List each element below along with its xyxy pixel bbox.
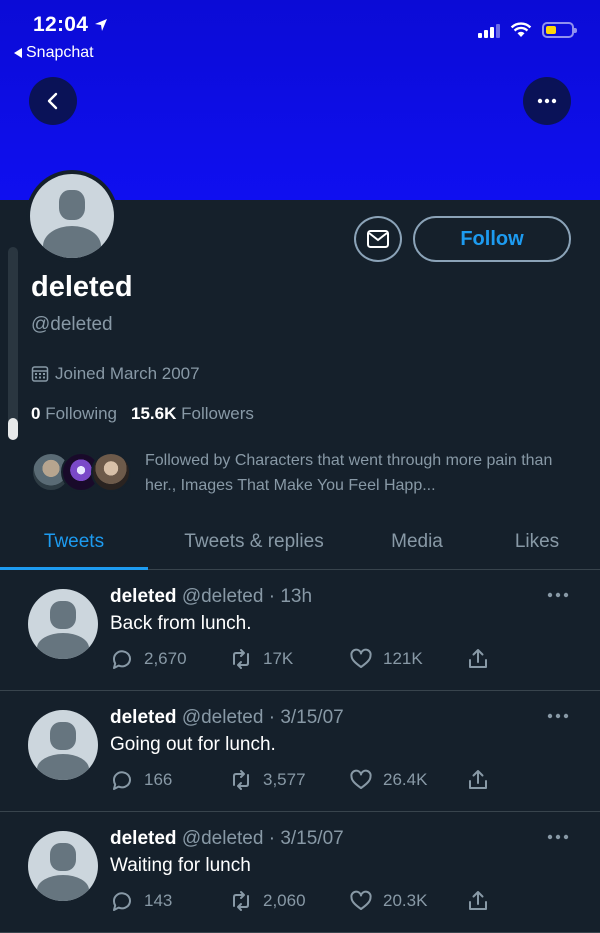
joined-text: Joined March 2007 [55,364,200,383]
tweet[interactable]: deleted @deleted · 3/15/07 Waiting for l… [0,812,600,933]
back-triangle-icon [14,48,22,58]
mutual-avatars [31,448,131,492]
retweet-count: 17K [263,649,294,668]
followed-by-text: Followed by Characters that went through… [145,452,553,494]
heart-icon [350,890,372,910]
battery-icon [542,22,577,38]
status-bar-right [478,22,577,38]
profile-tabs: Tweets Tweets & replies Media Likes [0,515,600,570]
status-time-text: 12:04 [33,13,89,36]
share-button[interactable] [466,768,490,792]
tweet-text: Back from lunch. [110,613,252,634]
reply-count: 166 [144,770,173,789]
tweet-actions: 166 3,577 26.4K [110,768,510,794]
following-link[interactable]: 0 Following [31,404,117,424]
back-to-app-link[interactable]: Snapchat [14,44,94,62]
reply-icon [112,771,131,790]
back-app-label: Snapchat [26,44,94,61]
retweet-icon [233,891,249,911]
following-count: 0 [31,404,41,423]
retweet-count: 3,577 [263,770,306,789]
tweet-avatar[interactable] [28,589,98,659]
message-button[interactable] [354,216,402,262]
more-options-button[interactable] [523,77,571,125]
reply-count: 2,670 [144,649,187,668]
tweet-more-icon[interactable] [546,590,570,600]
tweet-author-name[interactable]: deleted [110,828,177,849]
profile-display-name: deleted [31,271,133,303]
tab-likes[interactable]: Likes [474,515,600,569]
profile-handle: @deleted [31,314,113,335]
scroll-indicator[interactable] [8,247,18,440]
retweet-button[interactable]: 17K [229,647,293,671]
tab-media[interactable]: Media [360,515,474,569]
tweet-author-name[interactable]: deleted [110,707,177,728]
tweet-header: deleted @deleted · 13h [110,586,312,608]
tweet[interactable]: deleted @deleted · 13h Back from lunch. … [0,570,600,691]
heart-icon [350,769,372,789]
calendar-icon [31,366,49,382]
share-icon [469,770,487,789]
joined-date: Joined March 2007 [31,364,200,384]
tweet-actions: 2,670 17K 121K [110,647,510,673]
location-arrow-icon [95,19,108,31]
tweet-text: Waiting for lunch [110,855,251,876]
wifi-icon [510,22,532,37]
reply-count: 143 [144,891,173,910]
retweet-icon [233,770,249,790]
reply-button[interactable]: 2,670 [110,647,187,671]
follow-stats: 0 Following 15.6K Followers [31,404,254,424]
tweet-header: deleted @deleted · 3/15/07 [110,828,344,850]
tweet-avatar[interactable] [28,710,98,780]
tab-tweets-replies[interactable]: Tweets & replies [148,515,360,569]
profile-avatar[interactable] [26,170,118,262]
followers-count: 15.6K [131,404,177,423]
tweet-handle-time: @deleted · 13h [181,586,313,607]
following-label: Following [45,404,118,423]
mutual-avatar [91,452,131,492]
share-button[interactable] [466,889,490,913]
like-count: 121K [383,649,423,668]
share-icon [469,649,487,668]
ellipsis-icon [537,98,557,104]
share-button[interactable] [466,647,490,671]
status-bar-time: 12:04 [33,13,108,37]
tweet-author-name[interactable]: deleted [110,586,177,607]
retweet-button[interactable]: 3,577 [229,768,306,792]
tweet-more-icon[interactable] [546,711,570,721]
tab-tweets[interactable]: Tweets [0,515,148,570]
reply-icon [112,892,131,911]
tweet-more-icon[interactable] [546,832,570,842]
tweet[interactable]: deleted @deleted · 3/15/07 Going out for… [0,691,600,812]
tweet-handle-time: @deleted · 3/15/07 [181,707,344,728]
tweet-avatar[interactable] [28,831,98,901]
like-button[interactable]: 20.3K [349,889,427,913]
retweet-count: 2,060 [263,891,306,910]
follow-button[interactable]: Follow [413,216,571,262]
cellular-signal-icon [478,22,500,38]
retweet-icon [233,649,249,669]
back-button[interactable] [29,77,77,125]
share-icon [469,891,487,910]
like-button[interactable]: 26.4K [349,768,427,792]
tweet-handle-time: @deleted · 3/15/07 [181,828,344,849]
tweet-text: Going out for lunch. [110,734,276,755]
followed-by-section[interactable]: Followed by Characters that went through… [31,448,571,498]
followers-label: Followers [181,404,254,423]
retweet-button[interactable]: 2,060 [229,889,306,913]
chevron-left-icon [47,92,58,110]
reply-button[interactable]: 143 [110,889,172,913]
followers-link[interactable]: 15.6K Followers [131,404,254,424]
heart-icon [350,648,372,668]
like-count: 26.4K [383,770,428,789]
envelope-icon [367,230,389,248]
like-button[interactable]: 121K [349,647,423,671]
reply-button[interactable]: 166 [110,768,172,792]
reply-icon [112,650,131,669]
tweet-header: deleted @deleted · 3/15/07 [110,707,344,729]
tweet-actions: 143 2,060 20.3K [110,889,510,915]
like-count: 20.3K [383,891,428,910]
